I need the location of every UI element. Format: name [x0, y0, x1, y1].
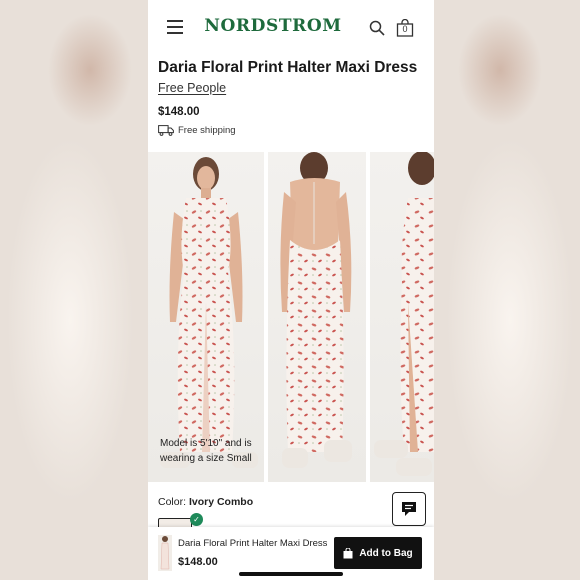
product-photo-front[interactable]: [148, 152, 264, 482]
color-value: Ivory Combo: [188, 496, 254, 508]
sticky-product-price: $148.00: [178, 556, 218, 568]
product-image-carousel[interactable]: Model is 5'10" and is wearing a size Sma…: [148, 152, 434, 482]
chat-button[interactable]: [392, 492, 426, 526]
sticky-product-name: Daria Floral Print Halter Maxi Dress: [178, 538, 328, 549]
home-indicator[interactable]: [239, 572, 343, 576]
shopping-bag-icon: [343, 547, 353, 558]
phone-screen: NORDSTROM 0 Daria Floral Print Halter Ma…: [148, 0, 434, 580]
add-to-bag-button[interactable]: Add to Bag: [334, 537, 422, 569]
chat-icon: [402, 502, 416, 516]
hamburger-menu-icon[interactable]: [167, 20, 183, 34]
product-thumbnail: [158, 535, 172, 571]
color-selector-label: Color: Ivory Combo: [158, 496, 253, 508]
product-price: $148.00: [158, 106, 200, 118]
truck-icon: [158, 125, 174, 136]
selected-check-icon: ✓: [190, 513, 203, 526]
add-to-bag-label: Add to Bag: [359, 547, 413, 559]
product-title: Daria Floral Print Halter Maxi Dress: [158, 59, 418, 76]
model-size-note: Model is 5'10" and is wearing a size Sma…: [160, 438, 252, 464]
product-photo-back[interactable]: [268, 152, 366, 482]
bag-count-badge: 0: [402, 24, 408, 34]
brand-link[interactable]: Free People: [158, 81, 226, 95]
top-nav-bar: NORDSTROM 0: [148, 0, 434, 56]
shopping-bag-button[interactable]: 0: [396, 18, 414, 37]
shipping-text: Free shipping: [178, 125, 236, 136]
nordstrom-logo[interactable]: NORDSTROM: [198, 16, 348, 36]
color-label: Color:: [158, 496, 189, 508]
search-icon[interactable]: [369, 20, 385, 36]
product-photo-side[interactable]: [370, 152, 434, 482]
